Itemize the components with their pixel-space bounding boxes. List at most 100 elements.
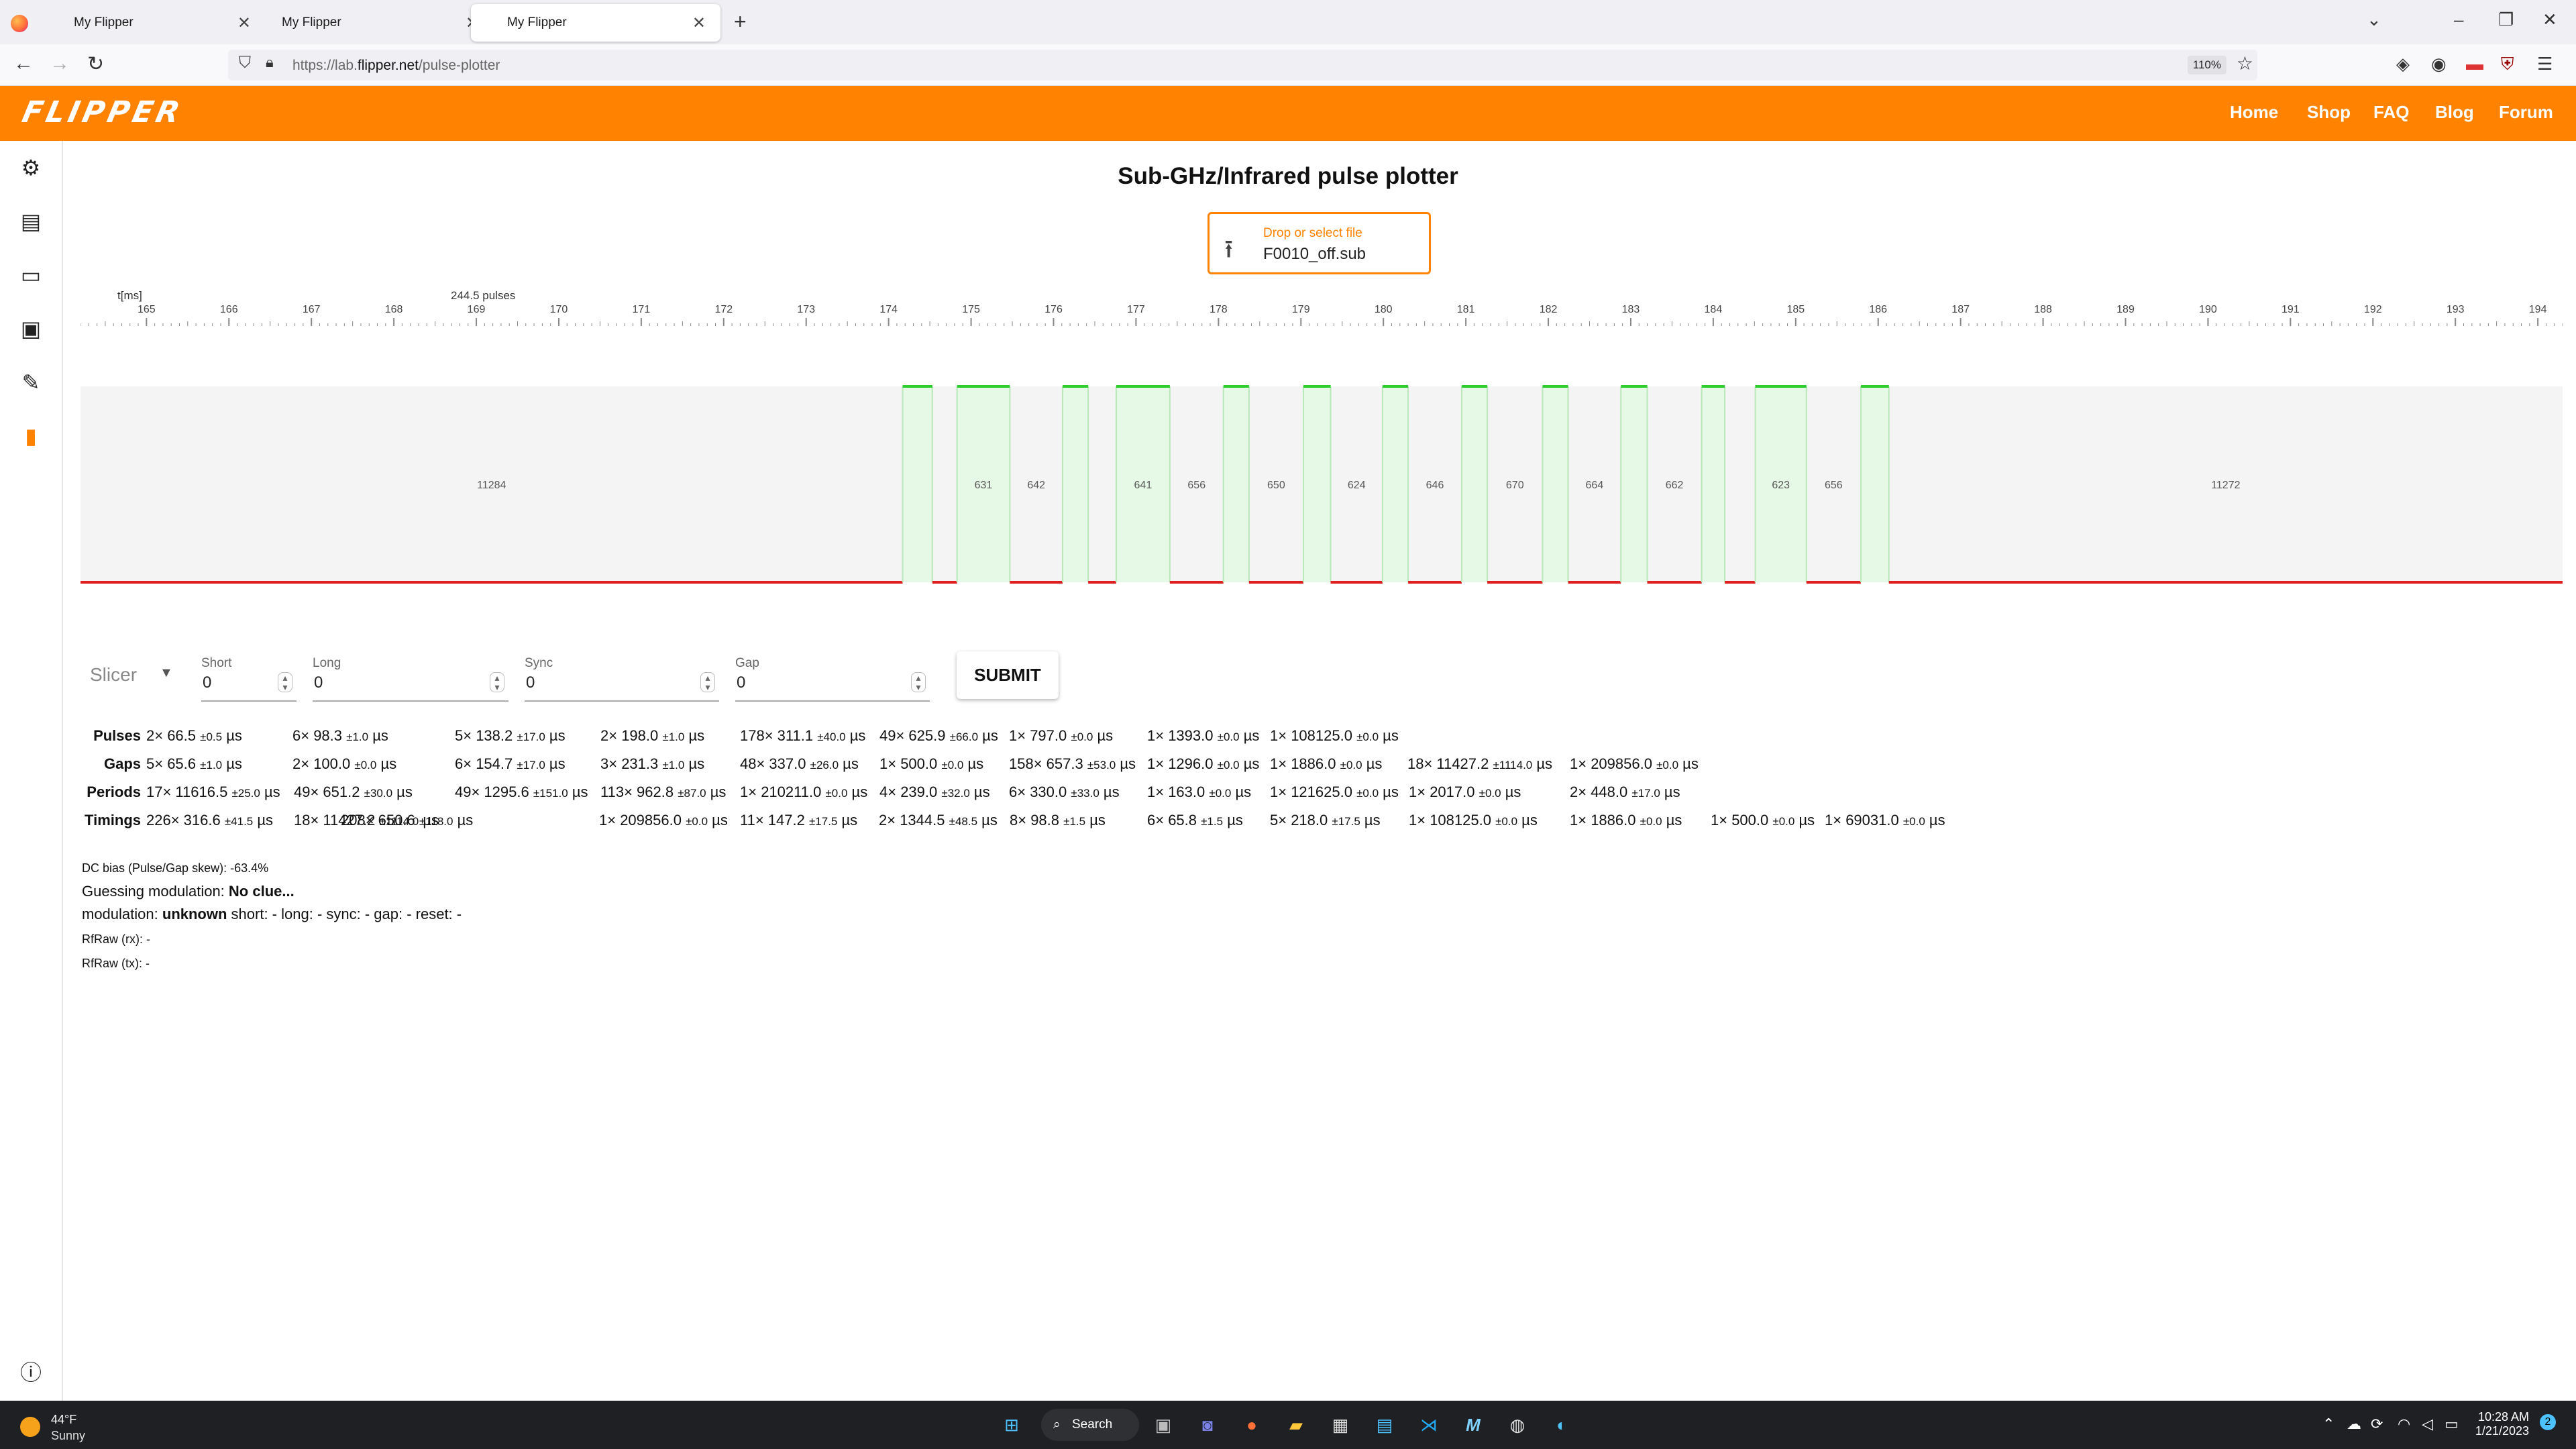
cloud-icon[interactable]: ☁: [2347, 1415, 2361, 1433]
stats-cell-value: 1× 210211.0: [740, 784, 826, 800]
stats-cell-deviation: ±1.5: [1063, 815, 1086, 828]
bar-chart-icon[interactable]: ▮: [17, 423, 44, 449]
pulse-plot[interactable]: t[ms] 244.5 pulses 165 166 167 168 169 170 171 17…: [80, 282, 2563, 590]
short-input[interactable]: 0: [203, 674, 211, 692]
archive-icon[interactable]: ▤: [17, 208, 44, 235]
browser-tab-1[interactable]: My Flipper ✕: [20, 4, 266, 42]
nav-faq[interactable]: FAQ: [2373, 102, 2409, 123]
account-icon[interactable]: ◉: [2431, 54, 2447, 74]
browser-tab-2[interactable]: My Flipper ✕: [246, 4, 494, 42]
nav-blog[interactable]: Blog: [2435, 102, 2474, 123]
stats-cell-unit: µs: [568, 784, 588, 800]
forward-icon[interactable]: →: [50, 52, 70, 75]
task-view-icon[interactable]: ▣: [1150, 1411, 1177, 1438]
long-input[interactable]: 0: [314, 674, 323, 692]
wifi-icon[interactable]: ◠: [2398, 1415, 2410, 1433]
tick-label: 187: [1951, 304, 1970, 315]
stats-cell: 5× 218.0 ±17.5 µs: [1270, 812, 1381, 829]
stats-cell-deviation: ±17.0: [1631, 787, 1660, 800]
tick-label: 192: [2364, 304, 2382, 315]
sync-field[interactable]: [525, 652, 719, 702]
teams-icon[interactable]: ◙: [1194, 1411, 1221, 1438]
reload-icon[interactable]: ↻: [87, 52, 104, 76]
browser-taskbar-icon[interactable]: ◐: [1548, 1411, 1575, 1438]
stats-cell: 1× 69031.0 ±0.0 µs: [1825, 812, 1945, 829]
clock[interactable]: 10:28 AM 1/21/2023: [2469, 1410, 2529, 1438]
gap-input[interactable]: 0: [737, 674, 745, 692]
notepad-icon[interactable]: ▤: [1371, 1411, 1398, 1438]
url-bar[interactable]: ⛉ 🔒︎ https://lab.flipper.net/pulse-plott…: [228, 50, 2257, 80]
slicer-select[interactable]: Slicer ▼: [90, 664, 173, 686]
stats-cell-deviation: ±0.0: [1340, 759, 1362, 771]
info-icon[interactable]: ⓘ: [17, 1359, 44, 1386]
sync-icon[interactable]: ⟳: [2371, 1415, 2383, 1433]
close-icon[interactable]: ✕: [692, 13, 706, 33]
taskbar-search[interactable]: ⌕ Search: [1041, 1409, 1139, 1441]
zoom-level[interactable]: 110%: [2187, 56, 2226, 74]
start-icon[interactable]: ⊞: [998, 1411, 1025, 1438]
sync-input[interactable]: 0: [526, 674, 535, 692]
tab-list-icon[interactable]: ⌄: [2367, 9, 2381, 30]
mail-icon[interactable]: M: [1460, 1411, 1487, 1438]
minimize-icon[interactable]: –: [2454, 9, 2463, 30]
stats-row-label: Timings: [85, 812, 141, 828]
gap-field[interactable]: [735, 652, 930, 702]
bookmark-star-icon[interactable]: ☆: [2237, 52, 2253, 74]
weather-temp: 44°F: [51, 1413, 77, 1426]
stats-cell-deviation: ±17.0: [517, 759, 545, 771]
menu-icon[interactable]: ☰: [2537, 54, 2553, 74]
file-explorer-icon[interactable]: ▰: [1283, 1411, 1309, 1438]
stats-cell-unit: µs: [1116, 755, 1136, 772]
firefox-taskbar-icon[interactable]: ●: [1238, 1411, 1265, 1438]
lock-icon[interactable]: 🔒︎: [266, 54, 274, 71]
back-icon[interactable]: ←: [13, 52, 34, 75]
short-stepper[interactable]: ▴ ▾: [278, 672, 292, 692]
stats-cell-value: 1× 108125.0: [1270, 727, 1357, 744]
long-stepper[interactable]: ▴ ▾: [490, 672, 504, 692]
github-icon[interactable]: ◍: [1504, 1411, 1531, 1438]
nav-home[interactable]: Home: [2230, 102, 2278, 123]
gap-stepper[interactable]: ▴ ▾: [911, 672, 926, 692]
stats-cell: 1× 108125.0 ±0.0 µs: [1270, 727, 1399, 745]
device-icon[interactable]: ▣: [17, 315, 44, 342]
stats-cell-unit: µs: [1362, 755, 1383, 772]
nav-shop[interactable]: Shop: [2307, 102, 2351, 123]
long-field[interactable]: [313, 652, 508, 702]
stats-cell-deviation: ±1.5: [1201, 815, 1224, 828]
stats-cell-unit: µs: [978, 727, 998, 744]
stats-cell-deviation: ±53.0: [1087, 759, 1116, 771]
stats-cell-value: 2× 66.5: [146, 727, 201, 744]
ublock-icon[interactable]: ⛨: [2501, 54, 2514, 75]
tick-label: 181: [1457, 304, 1475, 315]
paint-icon[interactable]: ✎: [17, 369, 44, 396]
battery-icon[interactable]: ▭: [2445, 1415, 2459, 1433]
url-path: /pulse-plotter: [418, 58, 500, 73]
terminal-icon[interactable]: ▭: [17, 262, 44, 288]
submit-button[interactable]: SUBMIT: [957, 651, 1059, 699]
vscode-icon[interactable]: ⋊: [1415, 1411, 1442, 1438]
stats-cell-unit: µs: [1662, 812, 1682, 828]
stats-cell: 1× 500.0 ±0.0 µs: [1711, 812, 1815, 829]
store-icon[interactable]: ▦: [1327, 1411, 1354, 1438]
stats-cell-value: 1× 121625.0: [1270, 784, 1357, 800]
stats-cell-deviation: ±41.5: [224, 815, 254, 828]
shield-icon[interactable]: ⛉: [239, 54, 251, 72]
sidebar: ⚙ ▤ ▭ ▣ ✎ ▮ ⓘ: [0, 141, 63, 1401]
flipper-logo[interactable]: FLIPPER: [19, 95, 186, 129]
browser-tab-3[interactable]: My Flipper ✕: [471, 4, 720, 42]
pocket-icon[interactable]: ◈: [2396, 54, 2410, 74]
notification-badge[interactable]: 2: [2540, 1414, 2556, 1430]
close-window-icon[interactable]: ✕: [2542, 9, 2557, 30]
stats-cell-deviation: ±0.0: [1356, 731, 1379, 743]
tray-chevron-icon[interactable]: ⌃: [2322, 1415, 2334, 1433]
new-tab-button[interactable]: +: [734, 9, 747, 34]
stats-cell-deviation: ±26.0: [810, 759, 839, 771]
file-upload-dropzone[interactable]: ⭱ Drop or select file F0010_off.sub: [1208, 212, 1431, 274]
extension-icon[interactable]: ▬: [2466, 54, 2483, 74]
volume-icon[interactable]: ◁: [2422, 1415, 2433, 1433]
nav-forum[interactable]: Forum: [2499, 102, 2553, 123]
restore-icon[interactable]: ❐: [2498, 9, 2514, 30]
stats-cell-unit: µs: [963, 755, 984, 772]
sync-stepper[interactable]: ▴ ▾: [700, 672, 715, 692]
tick-label: 183: [1622, 304, 1640, 315]
